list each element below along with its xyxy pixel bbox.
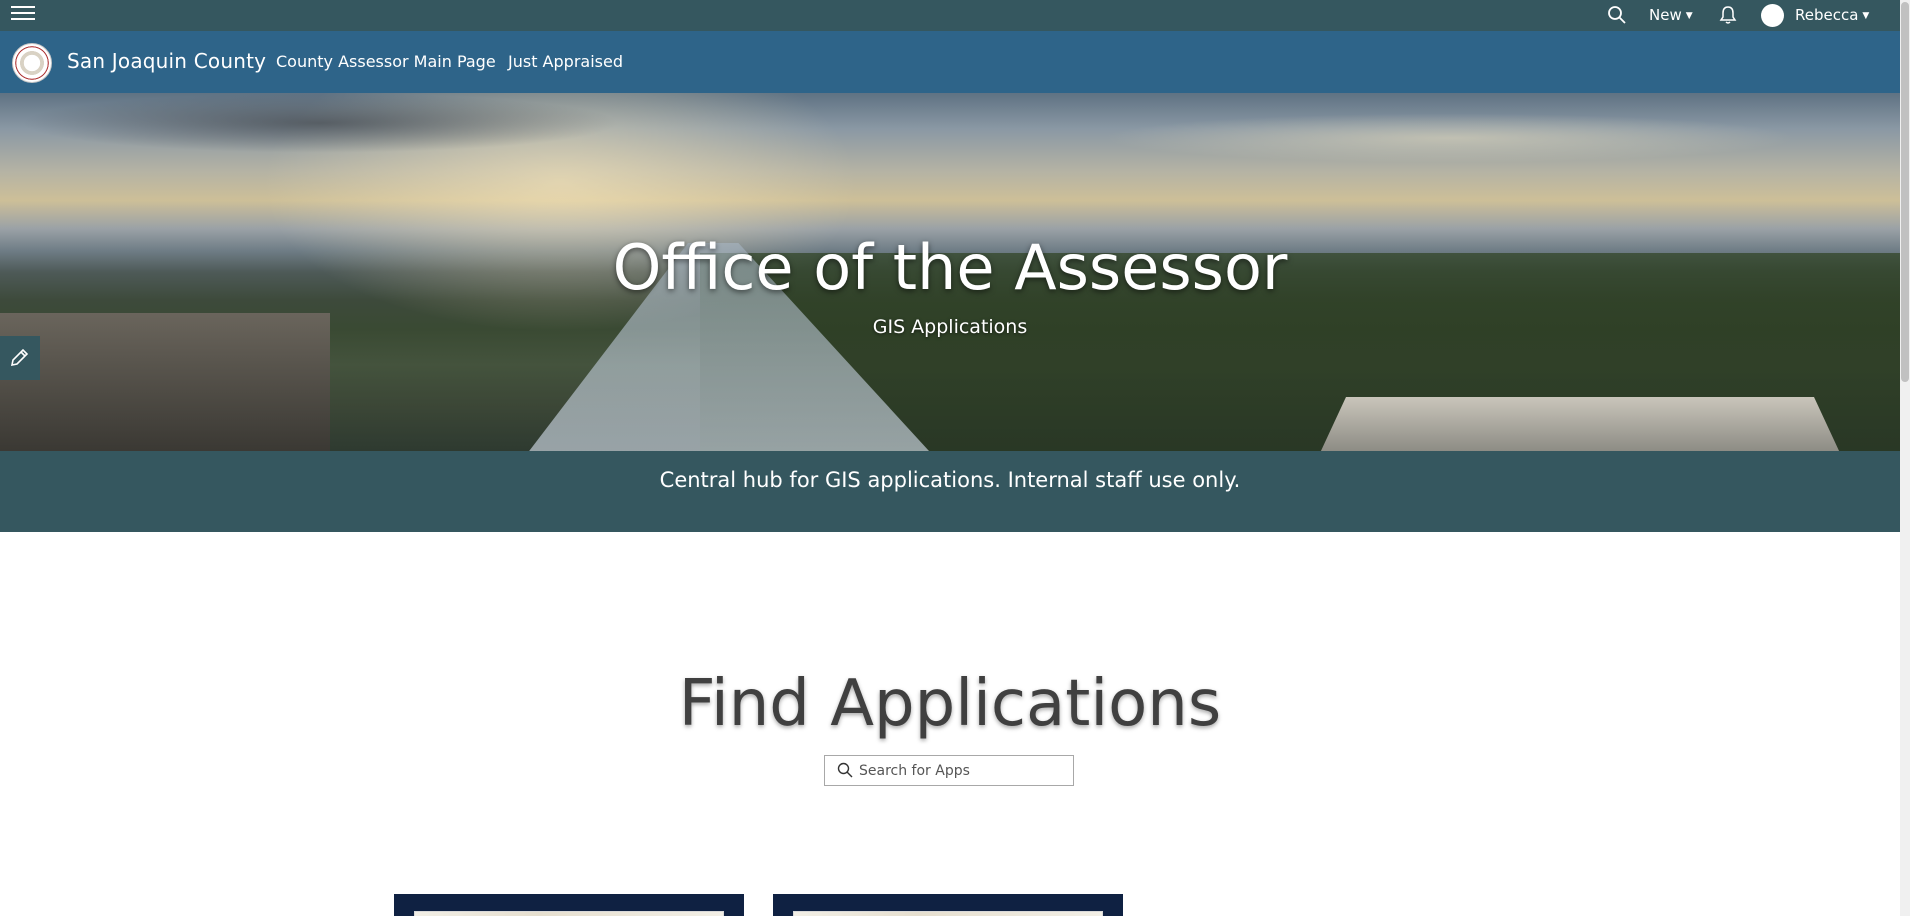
pencil-icon (10, 348, 29, 367)
app-card[interactable] (394, 894, 744, 916)
hero-cloud (20, 93, 620, 153)
tagline-band: Central hub for GIS applications. Intern… (0, 451, 1900, 532)
nav-link-county-assessor-main-page[interactable]: County Assessor Main Page (276, 52, 496, 71)
app-search-box[interactable] (824, 755, 1074, 786)
bell-icon[interactable] (1719, 5, 1739, 27)
page-scrollbar[interactable] (1900, 0, 1910, 916)
find-applications-title: Find Applications (678, 667, 1222, 741)
nav-link-just-appraised[interactable]: Just Appraised (508, 52, 623, 71)
tagline-text: Central hub for GIS applications. Intern… (659, 468, 1241, 492)
user-menu-button[interactable]: Rebecca ▼ (1795, 6, 1869, 24)
app-card-thumbnail (414, 911, 724, 916)
county-seal-logo[interactable] (12, 43, 52, 83)
hero-title: Office of the Assessor (612, 231, 1288, 304)
site-title[interactable]: San Joaquin County (67, 49, 266, 73)
search-icon (837, 762, 853, 778)
user-name: Rebecca (1795, 6, 1859, 24)
hero-cloud (1100, 113, 1800, 163)
new-menu-button[interactable]: New ▼ (1649, 6, 1693, 24)
app-card-thumbnail (793, 911, 1103, 916)
scrollbar-thumb[interactable] (1901, 2, 1909, 382)
app-card[interactable] (773, 894, 1123, 916)
new-menu-label: New (1649, 6, 1682, 24)
edit-page-button[interactable] (0, 336, 40, 380)
avatar[interactable] (1761, 4, 1784, 27)
hero-subtitle: GIS Applications (872, 316, 1028, 338)
chevron-down-icon: ▼ (1862, 11, 1870, 21)
app-search-input[interactable] (859, 760, 1059, 782)
hero-banner: Office of the Assessor GIS Applications (0, 93, 1900, 451)
chevron-down-icon: ▼ (1685, 11, 1693, 21)
hamburger-menu-icon[interactable] (11, 4, 35, 26)
search-icon[interactable] (1607, 5, 1629, 27)
top-utility-bar: New ▼ Rebecca ▼ (0, 0, 1900, 31)
site-header: San Joaquin County County Assessor Main … (0, 31, 1900, 93)
